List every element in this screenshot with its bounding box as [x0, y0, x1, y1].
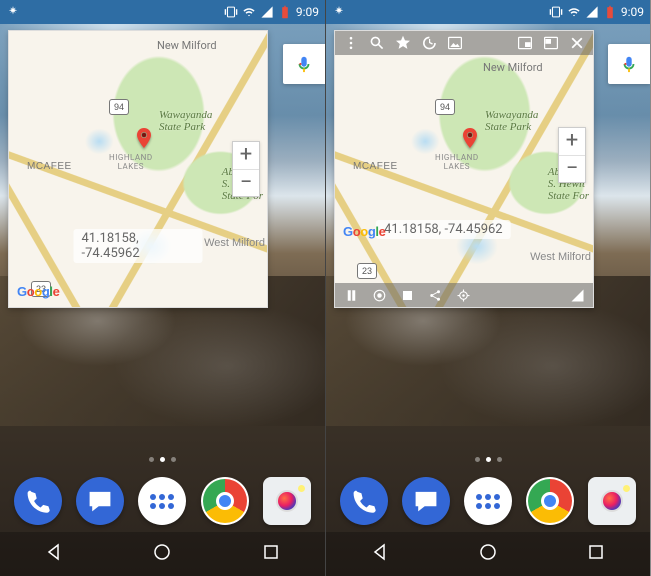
map-widget[interactable]: New Milford Wawayanda State Park Abram S…	[334, 30, 594, 308]
messages-app-icon[interactable]	[402, 477, 450, 525]
phone-app-icon[interactable]	[14, 477, 62, 525]
map-label-wawayanda: Wawayanda State Park	[485, 109, 538, 133]
widget-toolbar-top	[335, 31, 593, 55]
vibrate-icon	[224, 5, 238, 19]
map-label-new-milford: New Milford	[483, 61, 543, 74]
status-time: 9:09	[621, 5, 644, 19]
nav-back-button[interactable]	[370, 542, 390, 566]
nav-recent-button[interactable]	[586, 542, 606, 566]
map-canvas[interactable]: New Milford Wawayanda State Park Abram S…	[9, 31, 267, 307]
battery-low-icon	[278, 5, 292, 19]
map-label-west-milford: West Milford	[530, 251, 591, 263]
map-label-mcafee: MCAFEE	[353, 161, 398, 172]
map-pin-icon[interactable]	[134, 124, 154, 156]
camera-app-icon[interactable]	[263, 477, 311, 525]
more-button[interactable]	[339, 31, 363, 55]
my-location-button[interactable]	[451, 283, 475, 307]
picture-swap-button[interactable]	[539, 31, 563, 55]
battery-low-icon	[603, 5, 617, 19]
zoom-in-button[interactable]: +	[233, 142, 259, 169]
coordinates-readout: 41.18158, -74.45962	[74, 229, 203, 263]
cell-signal-icon	[260, 5, 274, 19]
zoom-out-button[interactable]: −	[233, 169, 259, 196]
google-logo: Google	[17, 284, 59, 299]
nav-back-button[interactable]	[44, 542, 64, 566]
close-button[interactable]	[565, 31, 589, 55]
zoom-in-button[interactable]: +	[559, 128, 585, 155]
pause-button[interactable]	[339, 283, 363, 307]
vibrate-icon	[549, 5, 563, 19]
stop-button[interactable]	[395, 283, 419, 307]
page-indicator	[0, 447, 325, 466]
nav-home-button[interactable]	[152, 542, 172, 566]
dock	[326, 471, 650, 531]
zoom-controls: + −	[232, 141, 260, 197]
app-drawer-button[interactable]	[464, 477, 512, 525]
nav-home-button[interactable]	[478, 542, 498, 566]
navigation-bar	[326, 532, 650, 576]
map-widget[interactable]: New Milford Wawayanda State Park Abram S…	[8, 30, 268, 308]
google-voice-search-button[interactable]	[608, 44, 650, 84]
route-shield-94: 94	[435, 99, 455, 115]
resize-handle[interactable]	[565, 283, 589, 307]
map-canvas[interactable]: New Milford Wawayanda State Park Abram S…	[335, 31, 593, 307]
map-label-new-milford: New Milford	[157, 39, 217, 52]
location-status-icon	[332, 5, 346, 19]
phone-app-icon[interactable]	[340, 477, 388, 525]
widget-toolbar-bottom	[335, 283, 593, 307]
route-shield-23: 23	[357, 263, 377, 279]
messages-app-icon[interactable]	[76, 477, 124, 525]
zoom-controls: + −	[558, 127, 586, 183]
record-button[interactable]	[367, 283, 391, 307]
dock	[0, 471, 325, 531]
wifi-icon	[567, 5, 581, 19]
google-logo: Google	[343, 224, 385, 239]
favorite-button[interactable]	[391, 31, 415, 55]
map-label-west-milford: West Milford	[204, 237, 265, 249]
map-label-wawayanda: Wawayanda State Park	[159, 109, 212, 133]
wifi-icon	[242, 5, 256, 19]
coordinates-readout: 41.18158, -74.45962	[376, 220, 511, 239]
map-pin-icon[interactable]	[460, 124, 480, 156]
location-status-icon	[6, 5, 20, 19]
camera-app-icon[interactable]	[588, 477, 636, 525]
app-drawer-button[interactable]	[138, 477, 186, 525]
page-indicator	[326, 447, 650, 466]
status-time: 9:09	[296, 5, 319, 19]
chrome-app-icon[interactable]	[526, 477, 574, 525]
share-button[interactable]	[423, 283, 447, 307]
image-button[interactable]	[443, 31, 467, 55]
map-label-mcafee: MCAFEE	[27, 161, 72, 172]
cell-signal-icon	[585, 5, 599, 19]
history-button[interactable]	[417, 31, 441, 55]
chrome-app-icon[interactable]	[201, 477, 249, 525]
zoom-out-button[interactable]: −	[559, 155, 585, 182]
route-shield-94: 94	[109, 99, 129, 115]
nav-recent-button[interactable]	[261, 542, 281, 566]
search-button[interactable]	[365, 31, 389, 55]
status-bar: 9:09	[326, 0, 650, 24]
google-voice-search-button[interactable]	[283, 44, 325, 84]
picture-in-button[interactable]	[513, 31, 537, 55]
status-bar: 9:09	[0, 0, 325, 24]
navigation-bar	[0, 532, 325, 576]
